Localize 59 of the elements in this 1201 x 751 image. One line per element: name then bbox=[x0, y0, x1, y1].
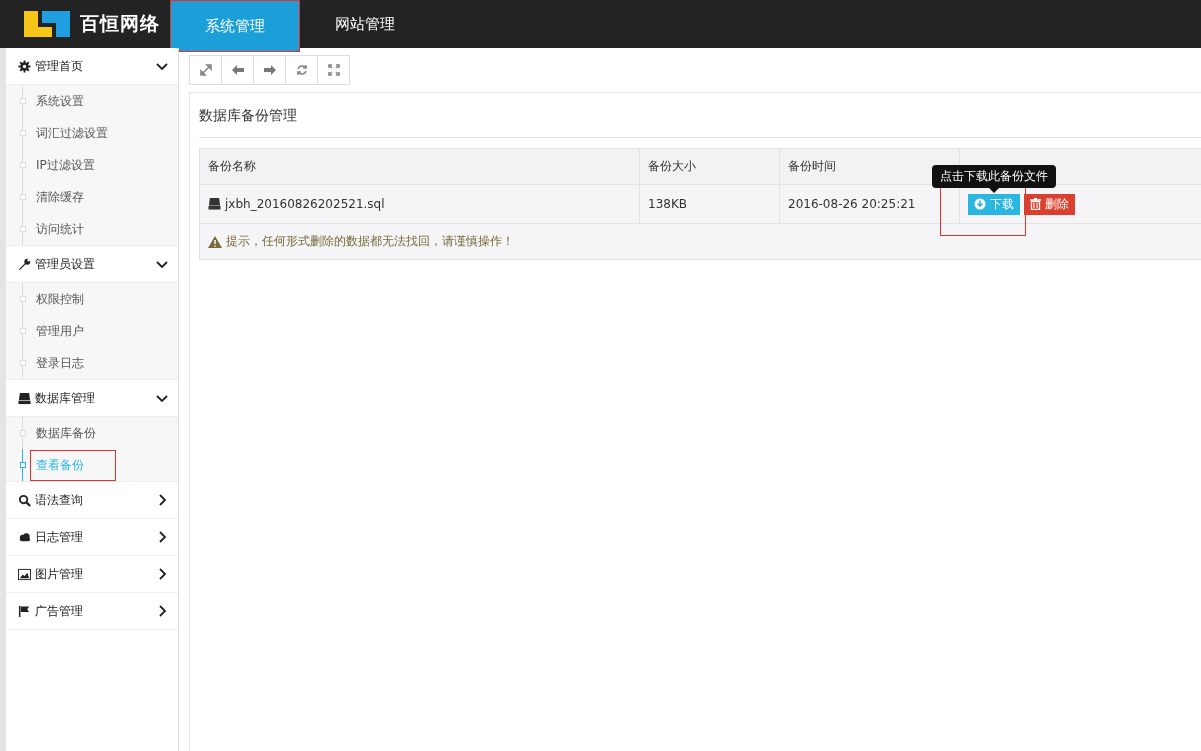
top-tab[interactable]: 网站管理 bbox=[300, 0, 430, 48]
group-label: 管理员设置 bbox=[35, 255, 96, 273]
sidebar-item[interactable]: 清除缓存 bbox=[34, 185, 86, 209]
sidebar-group[interactable]: 广告管理 bbox=[6, 593, 178, 630]
drive-icon bbox=[18, 391, 31, 405]
back-button[interactable] bbox=[221, 55, 254, 85]
table-cell: 138KB bbox=[640, 185, 780, 223]
sidebar-item[interactable]: 词汇过滤设置 bbox=[34, 121, 110, 145]
group-label: 日志管理 bbox=[35, 528, 84, 546]
fullscreen-icon bbox=[327, 64, 340, 76]
refresh-icon bbox=[295, 64, 308, 76]
group-label: 数据库管理 bbox=[35, 389, 96, 407]
wrench-icon bbox=[18, 257, 31, 271]
cloud-icon bbox=[18, 530, 31, 544]
tooltip: 点击下载此备份文件 bbox=[932, 164, 1056, 188]
panel-title: 数据库备份管理 bbox=[199, 93, 1201, 138]
group-label: 图片管理 bbox=[35, 565, 84, 583]
column-header: 备份名称 bbox=[200, 149, 640, 184]
chevron-right-icon bbox=[156, 531, 168, 543]
group-label: 语法查询 bbox=[35, 491, 84, 509]
warning-text: 提示，任何形式删除的数据都无法找回，请谨慎操作！ bbox=[226, 233, 514, 250]
forward-button[interactable] bbox=[253, 55, 286, 85]
tooltip-arrow bbox=[989, 187, 999, 193]
refresh-button[interactable] bbox=[285, 55, 318, 85]
sidebar-item[interactable]: 访问统计 bbox=[34, 217, 86, 241]
search-icon bbox=[18, 493, 31, 507]
logo-text: 百恒网络 bbox=[80, 11, 160, 36]
sidebar-item[interactable]: 数据库备份 bbox=[34, 421, 98, 445]
sidebar-group[interactable]: 日志管理 bbox=[6, 519, 178, 556]
gear-icon bbox=[18, 59, 31, 73]
sidebar-item[interactable]: 登录日志 bbox=[34, 351, 86, 375]
left-arrow-icon bbox=[231, 64, 244, 76]
chevron-right-icon bbox=[156, 605, 168, 617]
sidebar-group[interactable]: 图片管理 bbox=[6, 556, 178, 593]
flag-icon bbox=[18, 604, 31, 618]
drive-icon bbox=[208, 198, 221, 210]
chevron-right-icon bbox=[156, 568, 168, 580]
fullscreen-button[interactable] bbox=[317, 55, 350, 85]
chevron-down-icon bbox=[156, 60, 168, 72]
expand-arrows-icon bbox=[199, 64, 212, 76]
table-cell: jxbh_20160826202521.sql bbox=[225, 197, 385, 211]
chevron-right-icon bbox=[156, 494, 168, 506]
sidebar-item[interactable]: 权限控制 bbox=[34, 287, 86, 311]
group-label: 管理首页 bbox=[35, 57, 84, 75]
chevron-down-icon bbox=[156, 258, 168, 270]
delete-button[interactable]: 删除 bbox=[1024, 193, 1075, 215]
trash-icon bbox=[1030, 198, 1041, 210]
chevron-down-icon bbox=[156, 392, 168, 404]
sidebar-item[interactable]: 系统设置 bbox=[34, 89, 86, 113]
expand-button[interactable] bbox=[189, 55, 222, 85]
group-label: 广告管理 bbox=[35, 602, 84, 620]
right-arrow-icon bbox=[263, 64, 276, 76]
sidebar-group[interactable]: 语法查询 bbox=[6, 482, 178, 519]
picture-icon bbox=[18, 567, 31, 581]
warning-icon bbox=[208, 235, 222, 248]
sidebar-item[interactable]: 管理用户 bbox=[34, 319, 86, 343]
download-icon bbox=[974, 198, 986, 210]
column-header: 备份大小 bbox=[640, 149, 780, 184]
sidebar-item[interactable]: IP过滤设置 bbox=[34, 153, 97, 177]
